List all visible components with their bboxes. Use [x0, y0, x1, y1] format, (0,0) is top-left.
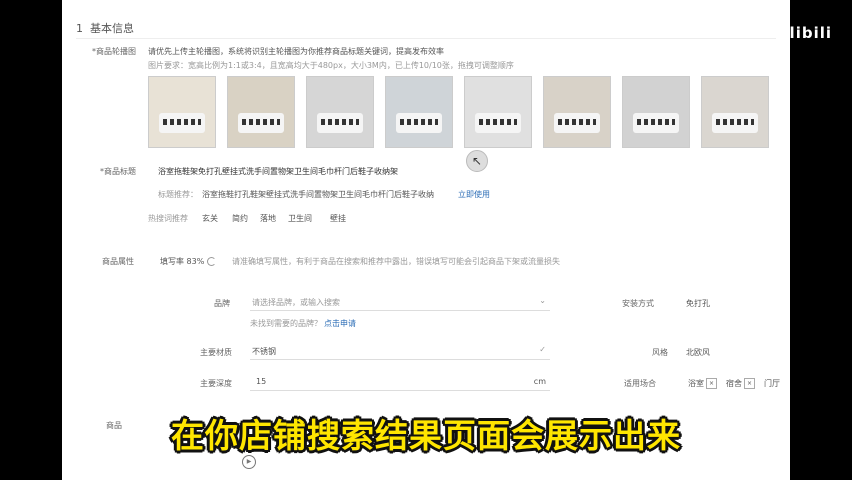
keyword-tag[interactable]: 玄关 [202, 213, 218, 224]
scene-tag[interactable]: 浴室 × [688, 378, 717, 389]
depth-input[interactable]: 15 cm [250, 372, 550, 391]
video-subtitle: 在你店铺搜索结果页面会展示出来 [171, 416, 681, 455]
keyword-tag[interactable]: 壁挂 [330, 213, 346, 224]
remove-tag-icon[interactable]: × [744, 378, 755, 389]
depth-label: 主要深度 [200, 379, 232, 388]
keyword-tag[interactable]: 落地 [260, 213, 276, 224]
scene-tag[interactable]: 门厅 [764, 378, 780, 389]
keyword-tag[interactable]: 卫生间 [288, 213, 312, 224]
thumb-background [307, 77, 373, 147]
thumb-product-detail [242, 119, 280, 125]
main-images-hint-2: 图片要求：宽高比例为1:1或3:4，且宽高均大于480px，大小3M内，已上传1… [148, 61, 514, 70]
mouse-cursor-icon: ↖ [466, 150, 488, 172]
title-suggest-label: 标题推荐： [158, 190, 198, 199]
bilibili-watermark: bilibili [771, 24, 832, 42]
fill-hint: 请准确填写属性，有利于商品在搜索和推荐中露出，错误填写可能会引起商品下架或流量损… [232, 257, 560, 266]
material-select[interactable]: 不锈钢 ✓ [250, 341, 550, 360]
main-image-thumb-8[interactable] [701, 76, 769, 148]
main-image-thumb-5[interactable] [464, 76, 532, 148]
main-image-thumb-6[interactable] [543, 76, 611, 148]
keyword-label: 热搜词推荐 [148, 214, 188, 223]
fill-rate: 填写率 83% [160, 256, 217, 267]
thumb-background [702, 77, 768, 147]
apply-brand-link[interactable]: 点击申请 [324, 318, 356, 329]
thumb-background [386, 77, 452, 147]
material-label: 主要材质 [200, 348, 232, 357]
main-image-thumb-4[interactable] [385, 76, 453, 148]
depth-unit: cm [533, 377, 546, 386]
main-image-thumb-7[interactable] [622, 76, 690, 148]
thumb-background [544, 77, 610, 147]
section-title: 1 基本信息 [76, 22, 134, 35]
main-image-thumb-3[interactable] [306, 76, 374, 148]
chevron-down-icon: ⌄ [539, 296, 546, 305]
thumb-product-detail [321, 119, 359, 125]
product-title-label: *商品标题 [100, 167, 136, 176]
style-label: 风格 [652, 348, 668, 357]
thumb-product-detail [637, 119, 675, 125]
thumb-product-detail [558, 119, 596, 125]
product-title-input[interactable]: 浴室拖鞋架免打孔壁挂式洗手间置物架卫生间毛巾杆门后鞋子收纳架 [158, 166, 398, 177]
main-images-label: *商品轮播图 [92, 47, 136, 56]
main-images-hint-1: 请优先上传主轮播图，系统将识别主轮播图为你推荐商品标题关键词，提高发布效率 [148, 47, 444, 56]
title-suggest-value: 浴室拖鞋打孔鞋架壁挂式洗手间置物架卫生间毛巾杆门后鞋子收纳 [202, 190, 434, 199]
scene-tag[interactable]: 宿舍 × [726, 378, 755, 389]
brand-missing: 未找到需要的品牌？ [250, 319, 322, 328]
section-divider [76, 38, 776, 39]
style-value[interactable]: 北欧风 [686, 347, 710, 358]
scene-label: 适用场合 [624, 379, 656, 388]
thumb-product-detail [479, 119, 517, 125]
thumb-background [623, 77, 689, 147]
progress-spinner-icon [207, 257, 217, 266]
brand-select[interactable]: 请选择品牌，或输入搜索 ⌄ [250, 292, 550, 311]
remove-tag-icon[interactable]: × [706, 378, 717, 389]
keyword-tag[interactable]: 简约 [232, 213, 248, 224]
thumb-product-detail [716, 119, 754, 125]
main-image-thumb-2[interactable] [227, 76, 295, 148]
attributes-label: 商品属性 [102, 257, 134, 266]
use-suggestion-link[interactable]: 立即使用 [458, 189, 490, 200]
brand-label: 品牌 [214, 299, 230, 308]
main-image-thumb-1[interactable] [148, 76, 216, 148]
install-value[interactable]: 免打孔 [686, 298, 710, 309]
thumb-background [149, 77, 215, 147]
check-icon: ✓ [539, 345, 546, 354]
thumb-background [465, 77, 531, 147]
thumb-product-detail [163, 119, 201, 125]
install-label: 安装方式 [622, 299, 654, 308]
thumb-product-detail [400, 119, 438, 125]
thumb-background [228, 77, 294, 147]
